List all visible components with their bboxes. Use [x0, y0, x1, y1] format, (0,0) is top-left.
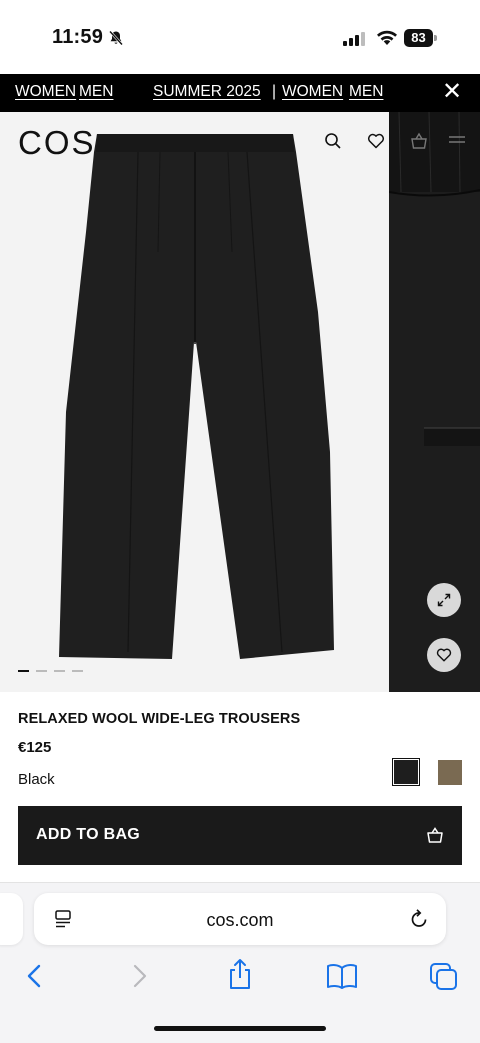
home-indicator	[154, 1026, 326, 1031]
share-icon[interactable]	[227, 958, 253, 990]
wifi-icon	[377, 30, 397, 45]
cellular-signal-icon	[343, 32, 365, 46]
status-bar: 11:59 83	[0, 0, 480, 74]
product-name: RELAXED WOOL WIDE-LEG TROUSERS	[18, 711, 301, 727]
shopping-bag-icon[interactable]	[410, 132, 428, 150]
bookmarks-icon[interactable]	[326, 962, 358, 990]
selected-color-name: Black	[18, 771, 55, 788]
tabs-icon[interactable]	[429, 962, 459, 992]
back-icon[interactable]	[24, 963, 46, 989]
trousers-illustration	[59, 134, 334, 659]
color-swatch-black[interactable]	[392, 758, 420, 786]
add-to-bag-button[interactable]: ADD TO BAG	[18, 806, 462, 865]
reload-icon[interactable]	[408, 908, 430, 930]
pagination-dot-active[interactable]	[18, 670, 29, 672]
pagination-dot[interactable]	[54, 670, 65, 672]
pagination-dot[interactable]	[72, 670, 83, 672]
favorite-button[interactable]	[427, 638, 461, 672]
address-bar[interactable]: cos.com	[34, 893, 446, 945]
banner-link-women-2[interactable]: WOMEN	[282, 83, 343, 101]
pagination-dot[interactable]	[36, 670, 47, 672]
menu-icon[interactable]	[447, 132, 467, 150]
battery-indicator: 83	[404, 29, 433, 47]
battery-tip	[434, 35, 437, 41]
add-to-bag-label: ADD TO BAG	[36, 826, 141, 843]
expand-icon	[437, 593, 451, 607]
product-price: €125	[18, 739, 52, 756]
banner-link-men-2[interactable]: MEN	[349, 83, 383, 101]
banner-link-summer[interactable]: SUMMER 2025	[153, 83, 261, 101]
search-icon[interactable]	[324, 132, 342, 150]
promo-banner: WOMEN MEN SUMMER 2025 | WOMEN MEN ✕	[0, 74, 480, 112]
banner-close-button[interactable]: ✕	[442, 78, 462, 106]
previous-tab-peek[interactable]	[0, 893, 23, 945]
swatch-fill	[394, 760, 418, 784]
heart-icon	[436, 648, 452, 662]
product-gallery[interactable]: COS	[0, 112, 480, 692]
wishlist-heart-icon[interactable]	[367, 132, 385, 150]
color-swatch-brown[interactable]	[438, 760, 462, 785]
banner-link-women[interactable]: WOMEN	[15, 83, 76, 101]
product-image-front[interactable]	[0, 112, 388, 692]
silent-bell-icon	[109, 30, 123, 46]
url-text: cos.com	[206, 910, 274, 930]
basket-icon	[427, 827, 443, 843]
cos-logo[interactable]: COS	[18, 124, 96, 162]
expand-image-button[interactable]	[427, 583, 461, 617]
banner-separator: |	[272, 83, 277, 100]
banner-link-men[interactable]: MEN	[79, 83, 113, 101]
forward-icon[interactable]	[128, 963, 150, 989]
clock: 11:59	[52, 26, 104, 48]
